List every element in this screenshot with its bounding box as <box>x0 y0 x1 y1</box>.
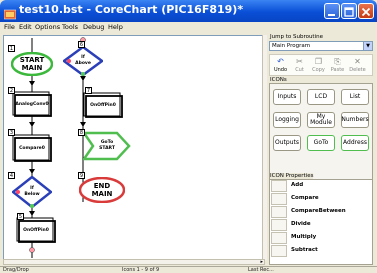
menu-edit[interactable]: Edit <box>19 23 32 31</box>
property-add[interactable]: Add <box>271 180 371 192</box>
node-number: 3 <box>8 129 15 136</box>
icon-list-button[interactable]: List <box>341 89 369 105</box>
dropdown-arrow-icon[interactable]: ▼ <box>363 42 372 50</box>
icon-properties-list: Add Compare CompareBetween Divide Multip… <box>269 179 373 265</box>
if-above-node[interactable]: If Above <box>63 46 103 76</box>
property-icon-cell <box>271 193 287 205</box>
property-divide[interactable]: Divide <box>271 219 371 231</box>
node-label: AnalogConv0 <box>15 101 49 107</box>
property-subtract[interactable]: Subtract <box>271 245 371 257</box>
property-icon-cell <box>271 219 287 231</box>
node-number: 8 <box>78 129 85 136</box>
close-button[interactable] <box>358 3 374 19</box>
vertical-scrollbar[interactable] <box>262 35 267 260</box>
node-number: 1 <box>8 45 15 52</box>
menu-help[interactable]: Help <box>108 23 123 31</box>
node-number: 6 <box>78 41 85 48</box>
tool-label: Delete <box>349 67 366 73</box>
corechart-app-icon <box>3 5 17 20</box>
onoff-pin-node[interactable]: OnOffPin0 <box>83 92 123 118</box>
maximize-button[interactable] <box>341 3 357 19</box>
analog-conv-node[interactable]: AnalogConv0 <box>12 91 52 117</box>
property-label: Add <box>291 182 304 188</box>
property-icon-cell <box>271 232 287 244</box>
copy-button[interactable]: ❐ Copy <box>310 57 327 75</box>
icon-address-button[interactable]: Address <box>341 135 369 151</box>
node-label: GoTo START <box>99 140 115 151</box>
cut-button[interactable]: ✂ Cut <box>291 57 308 75</box>
property-label: Multiply <box>291 234 317 240</box>
icon-logging-button[interactable]: Logging <box>273 112 301 128</box>
node-label: OnOffPin0 <box>90 102 116 108</box>
node-label: If Above <box>75 55 91 66</box>
tool-label: Undo <box>273 67 288 73</box>
jump-label: Jump to Subroutine <box>270 34 323 40</box>
minimize-button[interactable] <box>324 3 340 19</box>
status-icons-count: Icons 1 - 9 of 9 <box>122 267 160 273</box>
undo-button[interactable]: ↶ Undo <box>272 57 289 75</box>
node-number: 5 <box>17 213 24 220</box>
status-right: Last Rec... <box>248 267 274 273</box>
property-icon-cell <box>271 206 287 218</box>
title-bar[interactable]: test10.bst - CoreChart (PIC16F819)* <box>0 0 377 22</box>
app-window: test10.bst - CoreChart (PIC16F819)* File… <box>0 0 377 273</box>
jump-select-value: Main Program <box>272 43 311 49</box>
node-number: 2 <box>8 87 15 94</box>
tool-label: Copy <box>312 67 325 73</box>
undo-icon: ↶ <box>277 57 284 66</box>
edit-toolbar: ↶ Undo ✂ Cut ❐ Copy ⎘ Paste ✕ Delete <box>269 54 373 76</box>
icon-goto-button[interactable]: GoTo <box>307 135 335 151</box>
menu-file[interactable]: File <box>4 23 15 31</box>
property-multiply[interactable]: Multiply <box>271 232 371 244</box>
window-title: test10.bst - CoreChart (PIC16F819)* <box>19 3 244 16</box>
icon-my-module-button[interactable]: My Module <box>307 112 335 128</box>
start-main-node[interactable]: START MAIN <box>11 52 53 76</box>
menu-bar: File Edit Options Tools Debug Help <box>0 22 377 34</box>
node-label: OnOffPin0 <box>23 227 49 233</box>
property-compare[interactable]: Compare <box>271 193 371 205</box>
horizontal-scrollbar[interactable]: ▸ <box>3 259 265 265</box>
paste-button[interactable]: ⎘ Paste <box>329 57 346 75</box>
icon-lcd-button[interactable]: LCD <box>307 89 335 105</box>
paste-icon: ⎘ <box>334 57 341 66</box>
menu-options[interactable]: Options <box>35 23 60 31</box>
onoff-pin-node[interactable]: OnOffPin0 <box>16 217 56 243</box>
node-number: 7 <box>85 87 92 94</box>
tool-label: Cut <box>295 67 304 73</box>
property-label: Subtract <box>291 247 318 253</box>
cut-icon: ✂ <box>296 57 303 66</box>
property-compare-between[interactable]: CompareBetween <box>271 206 371 218</box>
node-label: If Below <box>24 186 40 197</box>
status-bar: Drag/Drop Icons 1 - 9 of 9 Last Rec... <box>0 266 377 273</box>
property-label: CompareBetween <box>291 208 346 214</box>
icon-outputs-button[interactable]: Outputs <box>273 135 301 151</box>
node-label: START MAIN <box>19 56 45 72</box>
property-icon-cell <box>271 245 287 257</box>
menu-tools[interactable]: Tools <box>62 23 78 31</box>
copy-icon: ❐ <box>314 57 323 66</box>
node-label: Compare0 <box>19 145 45 151</box>
compare-node[interactable]: Compare0 <box>12 134 52 162</box>
end-main-node[interactable]: END MAIN <box>79 177 125 203</box>
flowchart-canvas[interactable]: START MAIN 1 AnalogConv0 2 Compare0 3 If… <box>3 35 265 260</box>
node-number: 4 <box>8 172 15 179</box>
if-below-node[interactable]: If Below <box>12 176 52 208</box>
scroll-right-icon[interactable]: ▸ <box>260 259 263 265</box>
menu-debug[interactable]: Debug <box>83 23 104 31</box>
property-label: Compare <box>291 195 319 201</box>
property-icon-cell <box>271 180 287 192</box>
delete-icon: ✕ <box>354 57 361 66</box>
jump-subroutine-select[interactable]: Main Program ▼ <box>269 41 373 51</box>
icon-inputs-button[interactable]: Inputs <box>273 89 301 105</box>
right-panel: Jump to Subroutine Main Program ▼ ↶ Undo… <box>269 34 375 266</box>
property-label: Divide <box>291 221 311 227</box>
tool-label: Paste <box>330 67 345 73</box>
goto-start-node[interactable]: GoTo START <box>83 131 131 161</box>
node-number: 9 <box>78 172 85 179</box>
status-left: Drag/Drop <box>3 267 29 273</box>
delete-button[interactable]: ✕ Delete <box>349 57 366 75</box>
node-label: END MAIN <box>91 182 113 198</box>
icon-numbers-button[interactable]: Numbers <box>341 112 369 128</box>
